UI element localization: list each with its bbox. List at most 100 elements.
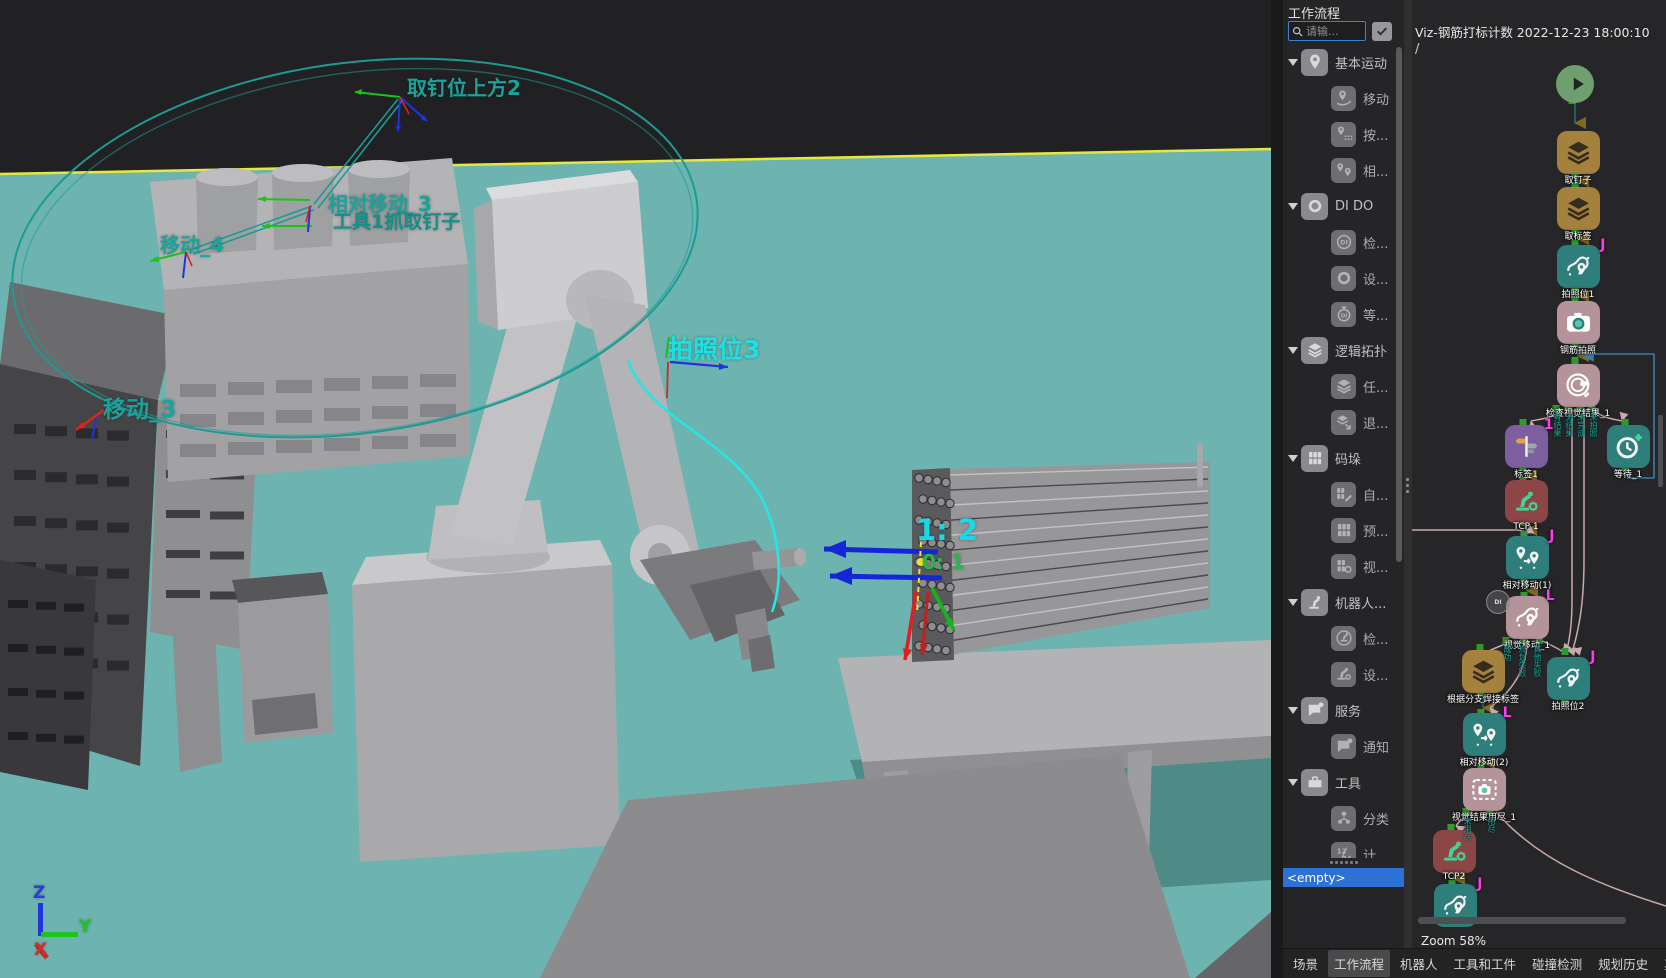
pallet-edit-icon [1331, 482, 1356, 507]
collapse-arrow-icon[interactable] [1288, 347, 1298, 359]
layers-icon [1564, 194, 1593, 223]
pallet-icon [1301, 445, 1328, 472]
search-icon [1291, 25, 1304, 38]
flow-node-0[interactable]: 取钉子 [1557, 131, 1600, 174]
flow-node-5[interactable]: 1标签1 [1505, 425, 1548, 468]
tree-item-1[interactable]: 移动 [1283, 82, 1404, 114]
tree-item-21[interactable]: 分类 [1283, 802, 1404, 834]
panel-divider [1271, 0, 1283, 978]
tree-item-13[interactable]: 预... [1283, 514, 1404, 546]
collapse-arrow-icon[interactable] [1288, 455, 1298, 467]
tree-item-15[interactable]: 机器人... [1283, 586, 1404, 618]
mini-di-node[interactable]: DI [1486, 590, 1510, 614]
tree-item-4[interactable]: DI DO [1283, 190, 1404, 222]
tab-0[interactable]: 场景 [1287, 950, 1324, 977]
collapse-arrow-icon[interactable] [1288, 779, 1298, 791]
collapse-arrow-icon[interactable] [1288, 707, 1298, 719]
robot-gear-icon [1512, 487, 1541, 516]
node-badge: J [1600, 237, 1605, 253]
collapse-arrow-icon[interactable] [1288, 203, 1298, 215]
tree-item-0[interactable]: 基本运动 [1283, 46, 1404, 78]
tree-item-6[interactable]: 设... [1283, 262, 1404, 294]
flow-node-13[interactable]: 视觉结果用尽_1 [1463, 768, 1506, 811]
flow-node-1[interactable]: 取标签 [1557, 187, 1600, 230]
flow-node-6[interactable]: 等待_1 [1607, 425, 1650, 468]
sidebar-splitter[interactable] [1283, 858, 1404, 866]
tab-1[interactable]: 工作流程 [1328, 950, 1390, 977]
vision-move-icon [1554, 664, 1583, 693]
tree-item-2[interactable]: 按... [1283, 118, 1404, 150]
flow-node-8[interactable]: J相对移动(1) [1506, 536, 1549, 579]
collapse-arrow-icon[interactable] [1288, 59, 1298, 71]
tree-item-label: 按... [1363, 125, 1388, 144]
tree-item-17[interactable]: 设... [1283, 658, 1404, 690]
check-icon [1375, 24, 1389, 38]
tree-item-label: 视... [1363, 557, 1388, 576]
flow-node-9[interactable]: L视觉移动_1 [1506, 596, 1549, 639]
workflow-tree: 基本运动移动按... 相... DI DO 检... 设... 等... 逻辑拓扑任... 退… [1283, 44, 1404, 858]
tree-item-16[interactable]: 检... [1283, 622, 1404, 654]
viewport-scrollbar[interactable] [1197, 443, 1203, 487]
tree-item-14[interactable]: 视... [1283, 550, 1404, 582]
chat-icon [1331, 734, 1356, 759]
tree-item-11[interactable]: 码垛 [1283, 442, 1404, 474]
search-box[interactable] [1288, 21, 1366, 41]
tab-4[interactable]: 碰撞检测 [1526, 950, 1588, 977]
port-label: 成功 [1502, 645, 1512, 661]
tab-6[interactable]: 其他 [1658, 950, 1666, 977]
search-input[interactable] [1304, 24, 1363, 39]
flow-node-7[interactable]: TCP 1 [1505, 480, 1548, 523]
node-label: 拍照位1 [1562, 287, 1595, 300]
layers-icon [1469, 657, 1498, 686]
robot-check-icon [1331, 626, 1356, 651]
flow-node-10[interactable]: 根据分支焊接标签 [1462, 650, 1505, 693]
panel-splitter[interactable] [1404, 0, 1412, 948]
collapse-arrow-icon[interactable] [1288, 599, 1298, 611]
layers-icon [1564, 138, 1593, 167]
tree-item-22[interactable]: 计... [1283, 838, 1404, 858]
tree-item-5[interactable]: 检... [1283, 226, 1404, 258]
flow-node-2[interactable]: J拍照位1 [1557, 245, 1600, 288]
layers-out-icon [1331, 410, 1356, 435]
workflow-title: Viz-钢筋打标计数 2022-12-23 18:00:10 [1415, 22, 1650, 41]
tab-5[interactable]: 规划历史 [1592, 950, 1654, 977]
workflow-sidebar: 工作流程 基本运动移动按...相...DI DO检...设...等...逻辑拓扑… [1283, 0, 1404, 948]
tree-item-label: 检... [1363, 233, 1388, 252]
tree-item-8[interactable]: 逻辑拓扑 [1283, 334, 1404, 366]
viewport-3d[interactable]: 取钉位上方2相对移动_3工具1抓取钉子移动_4移动_3拍照位31: 20: 1 … [0, 0, 1271, 978]
port-label: 未完成 [1576, 413, 1586, 437]
port-label: 有结果 [1552, 413, 1562, 437]
node-label: 相对移动(1) [1503, 578, 1552, 591]
search-filter-checkbox[interactable] [1372, 22, 1392, 41]
tree-item-18[interactable]: 服务 [1283, 694, 1404, 726]
camera-icon [1564, 308, 1593, 337]
tree-item-7[interactable]: 等... [1283, 298, 1404, 330]
flow-node-3[interactable]: 钢筋拍照 [1557, 301, 1600, 344]
graph-vscrollbar[interactable] [1658, 415, 1663, 487]
tree-scrollbar[interactable] [1396, 47, 1402, 562]
vision-move-icon [1564, 252, 1593, 281]
pin-icon [1301, 49, 1328, 76]
tree-item-label: 检... [1363, 629, 1388, 648]
graph-zoom-level: Zoom 58% [1421, 934, 1486, 948]
tree-item-19[interactable]: 通知 [1283, 730, 1404, 762]
selected-step-field[interactable]: <empty> [1283, 868, 1404, 887]
tree-item-9[interactable]: 任... [1283, 370, 1404, 402]
tree-item-label: 工具 [1335, 773, 1361, 792]
node-label: 标签1 [1514, 467, 1538, 480]
tree-item-12[interactable]: 自... [1283, 478, 1404, 510]
flow-node-4[interactable]: 检查视觉结果_1 [1557, 364, 1600, 407]
node-label: 根据分支焊接标签 [1447, 692, 1519, 705]
tree-item-label: 移动 [1363, 89, 1389, 108]
tab-2[interactable]: 机器人 [1394, 950, 1444, 977]
tab-3[interactable]: 工具和工件 [1448, 950, 1523, 977]
graph-hscrollbar[interactable] [1418, 917, 1626, 924]
flow-node-11[interactable]: J拍照位2 [1547, 657, 1590, 700]
tree-item-label: 通知 [1363, 737, 1389, 756]
run-workflow-button[interactable] [1556, 65, 1594, 103]
tree-item-3[interactable]: 相... [1283, 154, 1404, 186]
flow-node-12[interactable]: L相对移动(2) [1463, 713, 1506, 756]
tree-item-20[interactable]: 工具 [1283, 766, 1404, 798]
node-badge: J [1477, 876, 1482, 892]
tree-item-10[interactable]: 退... [1283, 406, 1404, 438]
